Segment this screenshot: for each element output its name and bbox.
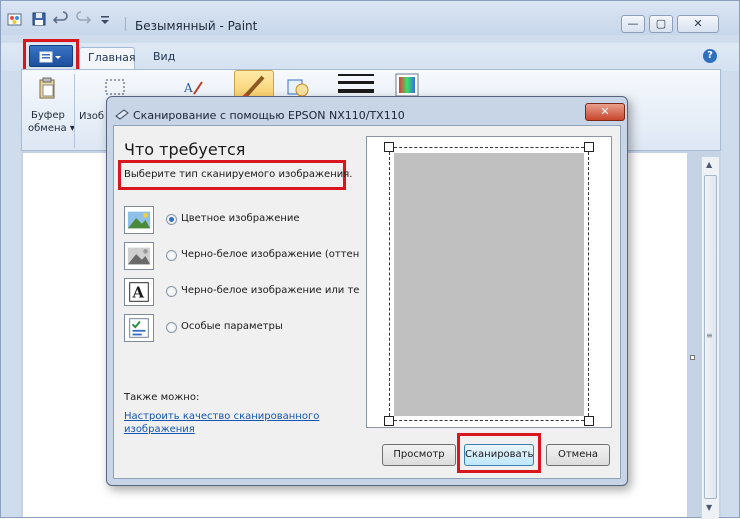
radio-bw-text[interactable]: [166, 286, 177, 297]
menu-button-highlight: [23, 39, 79, 73]
custom-settings-icon: [124, 314, 154, 342]
tab-view[interactable]: Вид: [145, 47, 183, 69]
clipboard-label: Буфер: [31, 110, 65, 121]
grayscale-photo-icon: [124, 242, 154, 270]
title-separator: [125, 17, 126, 31]
save-icon[interactable]: [31, 11, 47, 27]
undo-icon[interactable]: [53, 11, 69, 27]
option-grayscale[interactable]: Черно-белое изображение (оттенки серого): [124, 242, 360, 272]
also-label: Также можно:: [124, 392, 200, 403]
dialog-body: Что требуется Выберите тип сканируемого …: [113, 125, 621, 479]
crop-handle-bottom-left[interactable]: [384, 416, 394, 426]
option-label: Особые параметры: [181, 321, 283, 332]
crop-handle-top-left[interactable]: [384, 142, 394, 152]
dialog-heading: Что требуется: [124, 140, 246, 159]
scan-dialog: Сканирование с помощью EPSON NX110/TX110…: [106, 96, 628, 486]
bw-text-icon: A: [124, 278, 154, 306]
window-title: Безымянный - Paint: [135, 19, 258, 33]
scan-button[interactable]: Сканировать: [464, 444, 534, 466]
option-custom[interactable]: Особые параметры: [124, 314, 360, 344]
option-label: Черно-белое изображение (оттенки серого): [181, 249, 360, 260]
color-photo-icon: [124, 206, 154, 234]
option-color[interactable]: Цветное изображение: [124, 206, 360, 236]
tab-home[interactable]: Главная: [79, 47, 136, 69]
redo-icon[interactable]: [75, 11, 91, 27]
option-label: Черно-белое изображение или текст: [181, 285, 360, 296]
paint-app-icon: [7, 13, 22, 26]
scanner-icon: [115, 109, 129, 120]
help-icon[interactable]: ?: [703, 49, 717, 63]
preview-button[interactable]: Просмотр: [382, 444, 456, 466]
window-close-button[interactable]: ✕: [677, 15, 719, 33]
option-label: Цветное изображение: [181, 213, 300, 224]
dialog-close-button[interactable]: ✕: [585, 103, 625, 121]
maximize-button[interactable]: ▢: [649, 15, 673, 33]
quick-access-dropdown-icon[interactable]: [97, 11, 113, 27]
image-group-label: Изоб: [79, 111, 105, 122]
quality-settings-link[interactable]: Настроить качество сканированного изобра…: [124, 410, 334, 436]
svg-text:A: A: [132, 284, 145, 302]
cancel-button[interactable]: Отмена: [546, 444, 610, 466]
ribbon-separator: [74, 74, 75, 148]
dialog-title: Сканирование с помощью EPSON NX110/TX110: [133, 109, 405, 122]
instruction-text: Выберите тип сканируемого изображения.: [124, 169, 353, 180]
clipboard-icon[interactable]: [32, 76, 62, 104]
option-bw-text[interactable]: A Черно-белое изображение или текст: [124, 278, 360, 308]
svg-text:A: A: [183, 81, 193, 95]
scrollbar-grip-icon: ≡: [706, 331, 713, 340]
scan-preview-area: [366, 136, 612, 428]
crop-handle-top-right[interactable]: [584, 142, 594, 152]
scroll-down-icon[interactable]: ▼: [706, 503, 712, 512]
scroll-up-icon[interactable]: ▲: [706, 160, 712, 169]
canvas-resize-handle[interactable]: [690, 355, 695, 360]
radio-custom[interactable]: [166, 322, 177, 333]
minimize-button[interactable]: —: [621, 15, 645, 33]
clipboard-label-2: обмена ▾: [28, 123, 75, 134]
radio-grayscale[interactable]: [166, 250, 177, 261]
radio-color[interactable]: [166, 214, 177, 225]
crop-handle-bottom-right[interactable]: [584, 416, 594, 426]
crop-frame[interactable]: [389, 147, 589, 421]
